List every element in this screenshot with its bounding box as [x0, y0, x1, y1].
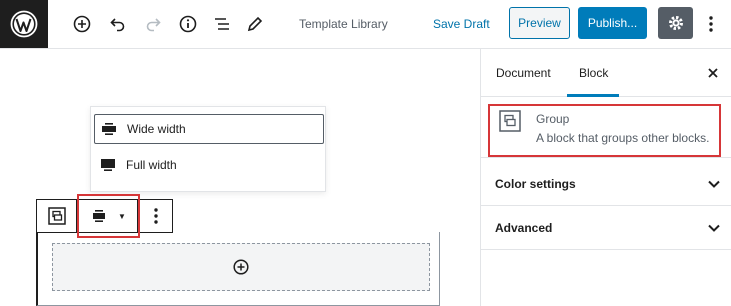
- undo-icon[interactable]: [106, 12, 130, 36]
- align-full-icon: [101, 159, 115, 171]
- close-icon: [708, 68, 718, 78]
- editor-canvas: e Wide width Full width: [0, 49, 480, 306]
- close-sidebar-button[interactable]: [703, 63, 723, 83]
- template-library-label: Template Library: [299, 17, 388, 31]
- alignment-dropdown-menu: Wide width Full width: [90, 106, 326, 192]
- edit-pencil-icon[interactable]: [243, 12, 267, 36]
- align-wide-label: Wide width: [127, 122, 186, 136]
- advanced-label: Advanced: [495, 221, 553, 235]
- settings-button[interactable]: [658, 7, 693, 39]
- chevron-down-icon: [708, 224, 720, 232]
- wordpress-logo[interactable]: [0, 0, 48, 48]
- block-navigation-icon[interactable]: [210, 12, 234, 36]
- block-appender[interactable]: [52, 243, 430, 291]
- align-center-icon: [93, 210, 105, 222]
- align-full-label: Full width: [126, 158, 177, 172]
- block-type-button[interactable]: [37, 200, 77, 232]
- add-block-icon: [233, 259, 249, 275]
- vertical-ellipsis-icon: [154, 208, 158, 224]
- editor-app: Template Library Save Draft Preview Publ…: [0, 0, 731, 306]
- color-settings-panel[interactable]: Color settings: [481, 162, 731, 206]
- group-block[interactable]: [36, 232, 440, 306]
- publish-button[interactable]: Publish...: [578, 7, 647, 39]
- more-options-icon[interactable]: [701, 12, 721, 36]
- caret-down-icon: ▼: [118, 211, 126, 221]
- settings-sidebar: Document Block Group A block that groups…: [480, 49, 731, 306]
- add-block-icon[interactable]: [70, 12, 94, 36]
- color-settings-label: Color settings: [495, 177, 576, 191]
- sidebar-tabs: Document Block: [481, 49, 731, 97]
- top-toolbar: Template Library Save Draft Preview Publ…: [0, 0, 731, 49]
- change-alignment-button[interactable]: ▼: [78, 200, 138, 232]
- block-toolbar: ▼: [36, 199, 173, 233]
- info-icon[interactable]: [176, 12, 200, 36]
- block-card-description: A block that groups other blocks.: [536, 131, 710, 145]
- block-more-options-button[interactable]: [139, 200, 173, 232]
- group-block-icon: [499, 110, 521, 132]
- preview-button[interactable]: Preview: [509, 7, 570, 39]
- block-card-title: Group: [536, 112, 570, 126]
- tab-block[interactable]: Block: [579, 66, 608, 80]
- advanced-panel[interactable]: Advanced: [481, 206, 731, 250]
- align-full-option[interactable]: Full width: [94, 150, 324, 180]
- align-wide-option[interactable]: Wide width: [94, 114, 324, 144]
- tab-document[interactable]: Document: [496, 66, 551, 80]
- save-draft-button[interactable]: Save Draft: [433, 17, 490, 31]
- gear-icon: [668, 16, 683, 30]
- align-wide-icon: [102, 123, 116, 135]
- wordpress-icon: [10, 10, 38, 38]
- block-card: Group A block that groups other blocks.: [481, 97, 731, 158]
- chevron-down-icon: [708, 180, 720, 188]
- redo-icon[interactable]: [141, 12, 165, 36]
- group-block-icon: [47, 207, 66, 225]
